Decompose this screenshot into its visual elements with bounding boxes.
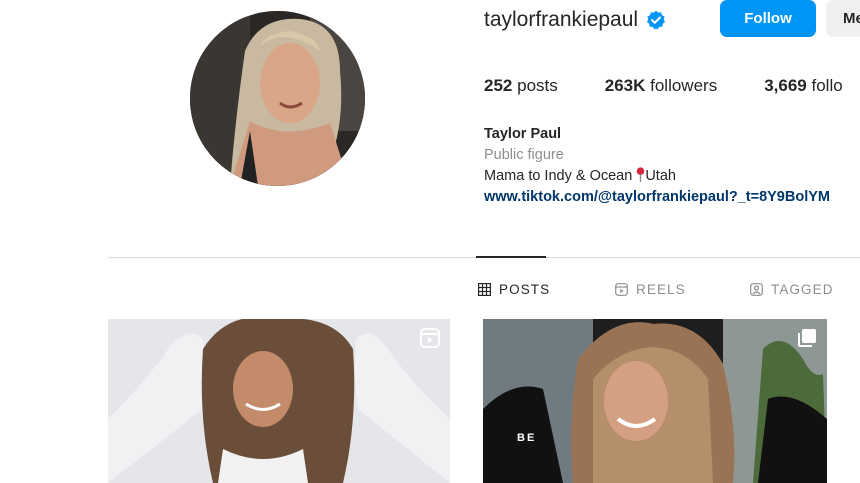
tab-posts[interactable]: POSTS: [478, 282, 550, 297]
followers-count: 263K: [604, 76, 646, 95]
profile-bio: Taylor Paul Public figure Mama to Indy &…: [484, 124, 830, 208]
verified-badge-icon: [646, 10, 666, 30]
username: taylorfrankiepaul: [484, 8, 639, 31]
grid-icon: [478, 283, 491, 296]
followers-stat[interactable]: 263K followers: [605, 76, 717, 96]
profile-avatar[interactable]: [190, 11, 365, 186]
tab-tagged[interactable]: TAGGED: [750, 282, 834, 297]
post-thumbnail: [483, 319, 827, 483]
posts-count: 252: [484, 76, 513, 95]
tagged-icon: [750, 283, 763, 296]
reel-icon: [420, 328, 440, 353]
post-tile[interactable]: [108, 319, 450, 483]
followers-label: followers: [650, 76, 718, 95]
following-label: follo: [811, 76, 843, 95]
posts-label: posts: [517, 76, 558, 95]
tab-tagged-label: TAGGED: [771, 282, 834, 297]
posts-count-stat: 252 posts: [484, 76, 558, 96]
bio-text-after-pin: Utah: [645, 168, 676, 184]
profile-category: Public figure: [484, 147, 564, 163]
profile-external-link[interactable]: www.tiktok.com/@taylorfrankiepaul?_t=8Y9…: [484, 187, 830, 208]
follow-button[interactable]: Follow: [720, 0, 816, 37]
post-thumbnail: [108, 319, 450, 483]
bio-text: Mama to Indy & Ocean Utah: [484, 166, 830, 187]
post-overlay-text: BE: [517, 432, 537, 444]
tab-posts-label: POSTS: [499, 282, 551, 297]
tab-reels[interactable]: REELS: [615, 282, 686, 297]
message-button[interactable]: Me: [826, 0, 860, 37]
pushpin-icon: [636, 167, 645, 182]
reels-icon: [615, 283, 628, 296]
profile-full-name: Taylor Paul: [484, 126, 562, 142]
profile-stats: 252 posts 263K followers 3,669 follo: [484, 76, 843, 96]
bio-text-before-pin: Mama to Indy & Ocean: [484, 168, 637, 184]
carousel-icon: [797, 328, 817, 353]
active-tab-indicator: [476, 256, 546, 258]
following-count: 3,669: [764, 76, 807, 95]
tab-reels-label: REELS: [636, 282, 686, 297]
post-tile[interactable]: BE: [483, 319, 827, 483]
profile-username-row: taylorfrankiepaul: [484, 8, 666, 32]
following-stat[interactable]: 3,669 follo: [764, 76, 842, 96]
avatar-photo: [190, 11, 365, 186]
